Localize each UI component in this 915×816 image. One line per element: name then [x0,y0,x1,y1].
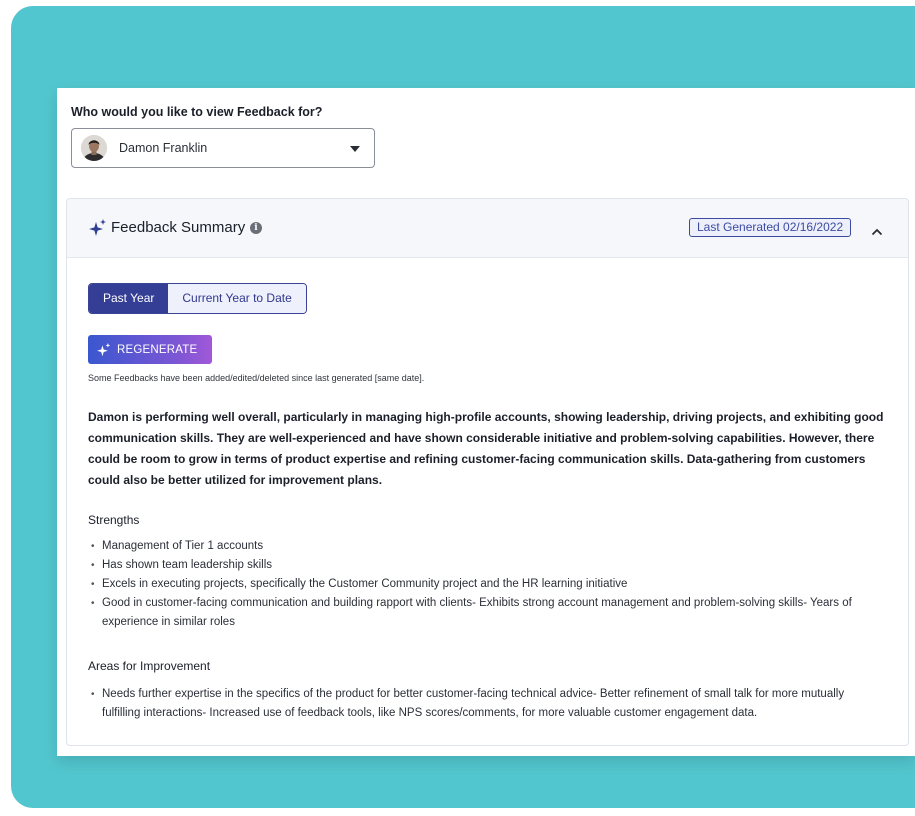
sparkle-icon [97,342,111,357]
last-generated-badge: Last Generated 02/16/2022 [689,218,852,237]
tab-past-year[interactable]: Past Year [89,284,169,313]
period-tabs: Past Year Current Year to Date [88,283,307,314]
regenerate-button[interactable]: REGENERATE [88,335,212,364]
regenerate-notice: Some Feedbacks have been added/edited/de… [88,373,425,383]
caret-down-icon [350,146,360,152]
list-item: Good in customer-facing communication an… [88,594,878,632]
tab-current-year-to-date[interactable]: Current Year to Date [168,284,306,313]
selected-person-name: Damon Franklin [119,141,208,155]
chevron-up-icon[interactable] [871,223,883,241]
feedback-summary-header[interactable]: Feedback Summary i Last Generated 02/16/… [67,199,908,258]
person-select-dropdown[interactable]: Damon Franklin [71,128,375,168]
person-question-label: Who would you like to view Feedback for? [71,105,323,119]
list-item: Has shown team leadership skills [88,556,878,575]
list-item: Management of Tier 1 accounts [88,537,878,556]
improvement-heading: Areas for Improvement [88,659,211,673]
improvement-list: Needs further expertise in the specifics… [88,685,878,723]
list-item: Needs further expertise in the specifics… [88,685,878,723]
feedback-panel: Who would you like to view Feedback for?… [57,88,915,756]
list-item: Excels in executing projects, specifical… [88,575,878,594]
regenerate-label: REGENERATE [117,343,198,356]
strengths-heading: Strengths [88,513,140,527]
feedback-summary-card: Feedback Summary i Last Generated 02/16/… [66,198,909,746]
feedback-summary-title: Feedback Summary [111,219,246,236]
strengths-list: Management of Tier 1 accounts Has shown … [88,537,878,632]
summary-overview-text: Damon is performing well overall, partic… [88,410,884,487]
avatar [81,135,107,161]
sparkle-icon [89,219,107,242]
info-icon[interactable]: i [250,222,262,234]
